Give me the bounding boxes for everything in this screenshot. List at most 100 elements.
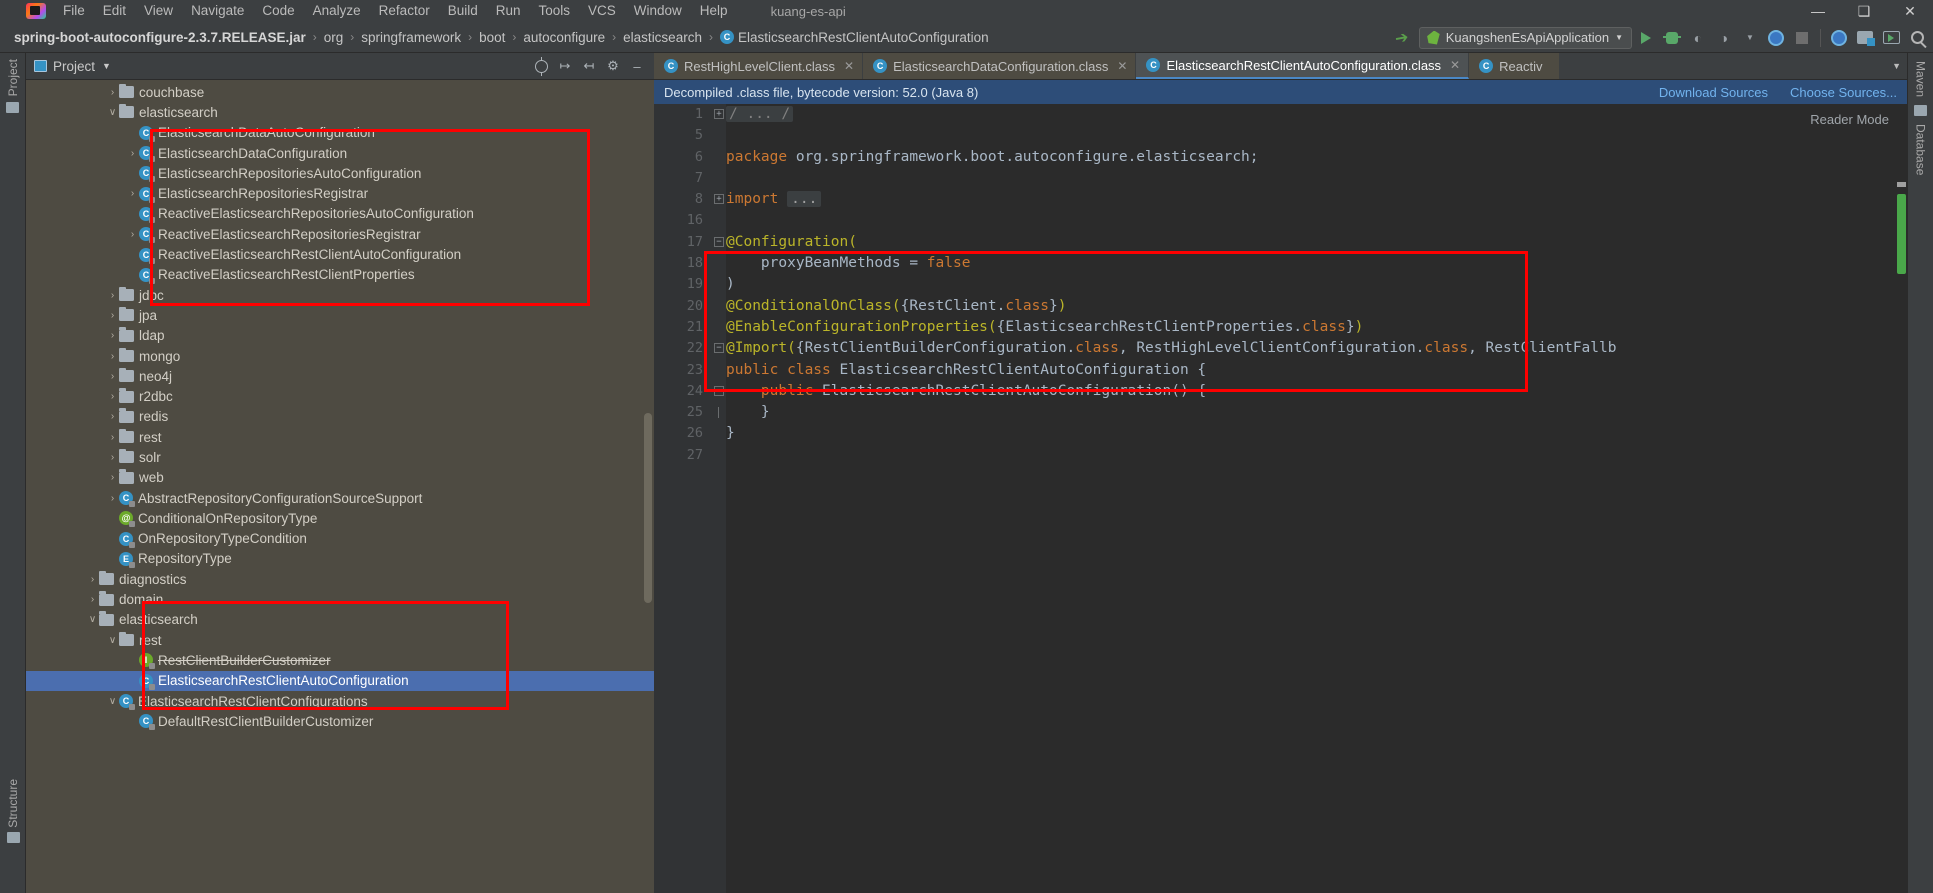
profiler-button[interactable]: ◑ bbox=[1712, 26, 1736, 50]
tree-node[interactable]: C DefaultRestClientBuilderCustomizer bbox=[26, 711, 654, 731]
tree-node[interactable]: › jdbc bbox=[26, 285, 654, 305]
code-line[interactable]: proxyBeanMethods = false bbox=[726, 253, 1907, 274]
code-line[interactable] bbox=[726, 210, 1907, 231]
tree-node[interactable]: › redis bbox=[26, 407, 654, 427]
chevron-right-icon[interactable]: › bbox=[106, 411, 119, 422]
code-line[interactable]: @ConditionalOnClass({RestClient.class}) bbox=[726, 296, 1907, 317]
code-line[interactable]: public class ElasticsearchRestClientAuto… bbox=[726, 360, 1907, 381]
editor-tab-3[interactable]: C Reactiv bbox=[1469, 53, 1561, 79]
fold-line-icon[interactable] bbox=[718, 407, 719, 419]
project-tree[interactable]: › couchbase ∨ elasticsearch C ElasticsearchDa… bbox=[26, 80, 654, 893]
sidebar-item-project[interactable]: Project bbox=[6, 59, 20, 96]
window-controls[interactable]: — ❑ ✕ bbox=[1795, 0, 1933, 22]
scrollbar-thumb[interactable] bbox=[1897, 194, 1906, 274]
chevron-down-icon[interactable]: ▼ bbox=[1615, 33, 1623, 42]
download-sources-link[interactable]: Download Sources bbox=[1659, 85, 1768, 100]
chevron-right-icon[interactable]: › bbox=[126, 148, 139, 159]
tree-node[interactable]: C ReactiveElasticsearchRepositoriesAutoCo… bbox=[26, 204, 654, 224]
menu-item-build[interactable]: Build bbox=[439, 0, 487, 22]
menu-item-run[interactable]: Run bbox=[487, 0, 530, 22]
tree-node[interactable]: › C ElasticsearchRepositoriesRegistrar bbox=[26, 183, 654, 203]
editor-tab-1[interactable]: C ElasticsearchDataConfiguration.class ✕ bbox=[863, 53, 1137, 79]
tree-node[interactable]: C ElasticsearchDataAutoConfiguration bbox=[26, 123, 654, 143]
debug-button[interactable] bbox=[1660, 26, 1684, 50]
chevron-down-icon[interactable]: ▼ bbox=[102, 61, 111, 71]
fold-minus-icon[interactable]: − bbox=[714, 236, 724, 247]
tree-node[interactable]: › C ReactiveElasticsearchRepositoriesRegis… bbox=[26, 224, 654, 244]
code-line[interactable] bbox=[726, 125, 1907, 146]
menu-item-analyze[interactable]: Analyze bbox=[304, 0, 370, 22]
chevron-down-icon[interactable]: ▼ bbox=[1738, 26, 1762, 50]
code-line[interactable]: ) bbox=[726, 274, 1907, 295]
tree-node[interactable]: › mongo bbox=[26, 346, 654, 366]
tree-node[interactable]: C ReactiveElasticsearchRestClientProperti… bbox=[26, 265, 654, 285]
sidebar-item-structure[interactable]: Structure bbox=[6, 779, 20, 828]
chevron-right-icon[interactable]: › bbox=[86, 574, 99, 585]
project-structure-icon[interactable] bbox=[1853, 26, 1877, 50]
breadcrumb-item-5[interactable]: elasticsearch bbox=[623, 30, 702, 45]
breadcrumb-item-2[interactable]: springframework bbox=[361, 30, 461, 45]
chevron-down-icon[interactable]: ∨ bbox=[106, 696, 119, 707]
run-with-coverage-button[interactable]: ◐ bbox=[1686, 26, 1710, 50]
tree-node[interactable]: › diagnostics bbox=[26, 569, 654, 589]
menu-item-help[interactable]: Help bbox=[691, 0, 737, 22]
tree-node[interactable]: ∨ elasticsearch bbox=[26, 610, 654, 630]
maximize-button[interactable]: ❑ bbox=[1841, 0, 1887, 22]
fold-minus-icon[interactable]: − bbox=[714, 385, 724, 396]
project-files-icon[interactable] bbox=[6, 102, 19, 114]
editor-scrollbar[interactable] bbox=[1895, 104, 1907, 893]
chevron-right-icon[interactable]: › bbox=[106, 351, 119, 362]
code-line[interactable]: @Configuration( bbox=[726, 232, 1907, 253]
project-tree-scrollbar[interactable] bbox=[644, 413, 652, 603]
menu-item-vcs[interactable]: VCS bbox=[579, 0, 625, 22]
code-line[interactable]: public ElasticsearchRestClientAutoConfig… bbox=[726, 381, 1907, 402]
choose-sources-link[interactable]: Choose Sources... bbox=[1790, 85, 1897, 100]
tree-node[interactable]: ∨ elasticsearch bbox=[26, 102, 654, 122]
reader-mode-label[interactable]: Reader Mode bbox=[1810, 112, 1889, 127]
tree-node[interactable]: › jpa bbox=[26, 305, 654, 325]
tree-node[interactable]: › neo4j bbox=[26, 366, 654, 386]
breadcrumb[interactable]: spring-boot-autoconfigure-2.3.7.RELEASE.… bbox=[14, 30, 989, 45]
code-line[interactable]: / ... / bbox=[726, 104, 1907, 125]
updater-icon[interactable] bbox=[1827, 26, 1851, 50]
build-hammer-icon[interactable]: ➔ bbox=[1386, 25, 1418, 50]
chevron-right-icon[interactable]: › bbox=[106, 371, 119, 382]
tree-node[interactable]: ∨ C ElasticsearchRestClientConfigurations bbox=[26, 691, 654, 711]
stop-button[interactable] bbox=[1790, 26, 1814, 50]
close-icon[interactable]: ✕ bbox=[1117, 59, 1127, 73]
hide-panel-icon[interactable]: – bbox=[626, 55, 648, 77]
breadcrumb-item-4[interactable]: autoconfigure bbox=[523, 30, 605, 45]
editor-tab-0[interactable]: C RestHighLevelClient.class ✕ bbox=[654, 53, 864, 79]
settings-gear-icon[interactable]: ⚙ bbox=[602, 55, 624, 77]
breadcrumb-item-6[interactable]: C ElasticsearchRestClientAutoConfiguratio… bbox=[719, 30, 989, 45]
chevron-right-icon[interactable]: › bbox=[86, 594, 99, 605]
chevron-right-icon[interactable]: › bbox=[106, 330, 119, 341]
breadcrumb-item-3[interactable]: boot bbox=[479, 30, 505, 45]
chevron-down-icon[interactable]: ∨ bbox=[106, 107, 119, 118]
code-folding-column[interactable]: + + − − − bbox=[712, 104, 726, 893]
editor-tab-2[interactable]: C ElasticsearchRestClientAutoConfiguratio… bbox=[1136, 53, 1470, 79]
menu-item-tools[interactable]: Tools bbox=[530, 0, 580, 22]
menu-item-view[interactable]: View bbox=[135, 0, 182, 22]
menu-item-refactor[interactable]: Refactor bbox=[370, 0, 439, 22]
chevron-right-icon[interactable]: › bbox=[106, 472, 119, 483]
code-line[interactable]: @Import({RestClientBuilderConfiguration.… bbox=[726, 338, 1907, 359]
chevron-right-icon[interactable]: › bbox=[106, 290, 119, 301]
sidebar-item-database[interactable]: Database bbox=[1914, 124, 1928, 175]
menu-item-edit[interactable]: Edit bbox=[94, 0, 135, 22]
menu-item-file[interactable]: File bbox=[54, 0, 94, 22]
chevron-right-icon[interactable]: › bbox=[106, 391, 119, 402]
tree-node[interactable]: C ReactiveElasticsearchRestClientAutoConf… bbox=[26, 244, 654, 264]
expand-all-icon[interactable]: ↦ bbox=[554, 55, 576, 77]
fold-plus-icon[interactable]: + bbox=[714, 109, 724, 119]
tree-node[interactable]: C ElasticsearchRepositoriesAutoConfigurat… bbox=[26, 163, 654, 183]
tree-node[interactable]: › rest bbox=[26, 427, 654, 447]
code-editor[interactable]: 1 5 6 7 8 16 17 18 19 20 21 22 23 24 25 26 27 + + − − − / ..… bbox=[654, 104, 1907, 893]
minimize-button[interactable]: — bbox=[1795, 0, 1841, 22]
tree-node[interactable]: C ElasticsearchRestClientAutoConfiguratio… bbox=[26, 670, 654, 691]
tree-node[interactable]: › ldap bbox=[26, 326, 654, 346]
code-line[interactable] bbox=[726, 445, 1907, 466]
code-line[interactable]: import ... bbox=[726, 189, 1907, 210]
sidebar-item-maven[interactable]: Maven bbox=[1914, 61, 1928, 97]
chevron-right-icon[interactable]: › bbox=[106, 87, 119, 98]
